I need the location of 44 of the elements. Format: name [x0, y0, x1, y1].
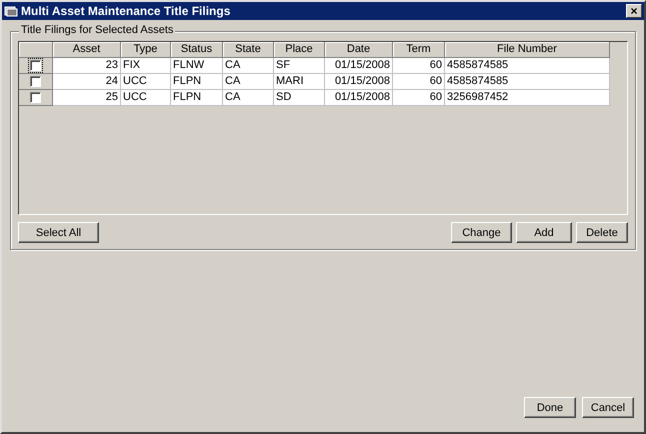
done-button[interactable]: Done	[524, 397, 576, 418]
table-cell: MARI	[274, 74, 325, 90]
table-cell: UCC	[121, 74, 171, 90]
change-button[interactable]: Change	[451, 222, 512, 243]
table-cell: 23	[53, 58, 121, 74]
table-cell: 01/15/2008	[325, 90, 393, 106]
add-button[interactable]: Add	[516, 222, 572, 243]
column-header[interactable]: Date	[325, 42, 393, 58]
table-cell: 24	[53, 74, 121, 90]
table-cell: 60	[393, 90, 445, 106]
table-cell: SD	[274, 90, 325, 106]
window-title: Multi Asset Maintenance Title Filings	[21, 4, 232, 18]
table-cell: 01/15/2008	[325, 58, 393, 74]
column-header[interactable]: Type	[121, 42, 171, 58]
table-cell: CA	[223, 90, 274, 106]
row-checkbox[interactable]	[30, 76, 41, 87]
column-header[interactable]: State	[223, 42, 274, 58]
table-cell: CA	[223, 58, 274, 74]
column-header[interactable]: File Number	[445, 42, 610, 58]
table-cell: FLPN	[171, 74, 223, 90]
close-button[interactable]: ×	[626, 4, 642, 18]
table-cell: FLPN	[171, 90, 223, 106]
table-cell: 01/15/2008	[325, 74, 393, 90]
table-cell: 60	[393, 74, 445, 90]
table-cell: CA	[223, 74, 274, 90]
column-header[interactable]: Asset	[53, 42, 121, 58]
table-cell: UCC	[121, 90, 171, 106]
group-title: Title Filings for Selected Assets	[19, 24, 176, 36]
window-icon	[4, 5, 18, 17]
table-cell: FIX	[121, 58, 171, 74]
row-checkbox[interactable]	[30, 92, 41, 103]
table-cell: 4585874585	[445, 74, 610, 90]
cancel-button[interactable]: Cancel	[582, 397, 634, 418]
select-all-button[interactable]: Select All	[18, 222, 99, 243]
table-cell: 60	[393, 58, 445, 74]
column-header[interactable]: Term	[393, 42, 445, 58]
table-cell: 3256987452	[445, 90, 610, 106]
column-header[interactable]: Place	[274, 42, 325, 58]
table-cell: FLNW	[171, 58, 223, 74]
table-cell: SF	[274, 58, 325, 74]
table-cell: 25	[53, 90, 121, 106]
column-header[interactable]: Status	[171, 42, 223, 58]
delete-button[interactable]: Delete	[576, 222, 628, 243]
table-cell: 4585874585	[445, 58, 610, 74]
